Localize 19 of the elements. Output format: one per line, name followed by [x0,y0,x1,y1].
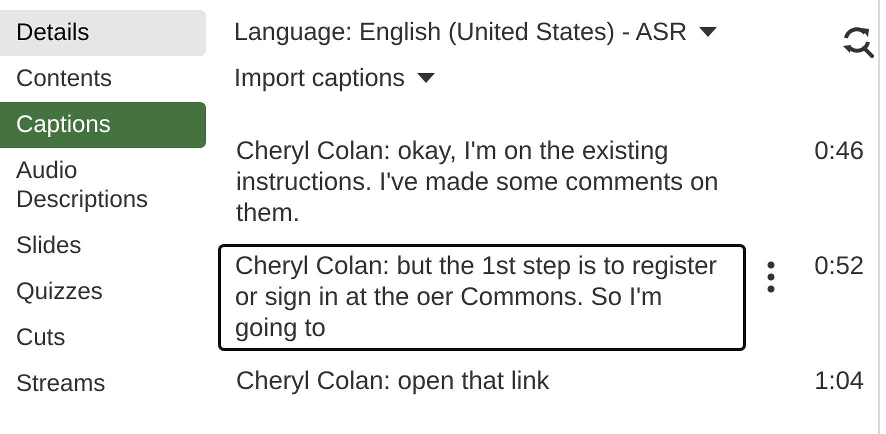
sidebar-item[interactable]: Slides [0,223,206,269]
sidebar-item[interactable]: Streams [0,361,206,407]
sidebar-item[interactable]: Contents [0,56,206,102]
language-dropdown[interactable]: Language: English (United States) - ASR [234,16,718,48]
caret-icon [416,73,435,83]
caption-text[interactable]: Cheryl Colan: but the 1st step is to register or sign in at the oer Commons. So I'm going to [218,244,746,351]
sidebar-item[interactable]: Captions [0,102,206,148]
caret-icon [699,27,718,37]
caption-text[interactable]: Cheryl Colan: open that link [236,366,746,397]
caption-time: 0:52 [814,251,864,282]
sidebar-item[interactable]: Cuts [0,315,206,361]
more-options-icon[interactable] [767,261,775,293]
caption-time: 1:04 [814,366,864,397]
sidebar-item[interactable]: Audio Descriptions [0,148,206,223]
import-captions-dropdown[interactable]: Import captions [234,62,718,94]
caption-text[interactable]: Cheryl Colan: okay, I'm on the existing instructions. I've made some comments on them. [236,136,746,229]
sidebar-item[interactable]: Details [0,10,206,56]
caption-time: 0:46 [814,136,864,167]
sidebar-item[interactable]: Quizzes [0,269,206,315]
